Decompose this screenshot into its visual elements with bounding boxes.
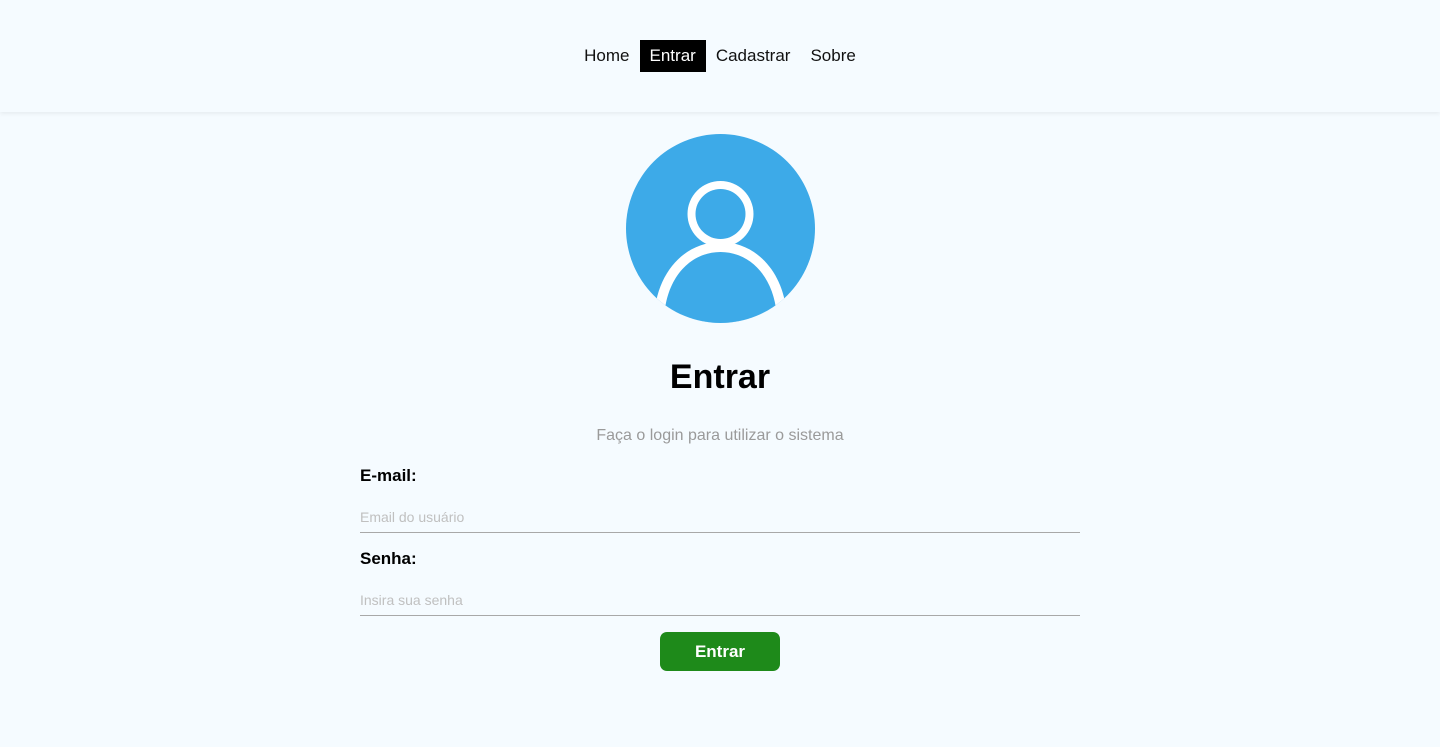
user-avatar-icon [626, 134, 815, 323]
page-subtitle: Faça o login para utilizar o sistema [596, 427, 844, 444]
main-nav: Home Entrar Cadastrar Sobre [574, 40, 866, 72]
password-field-group: Senha: [360, 549, 1080, 616]
nav-item-home[interactable]: Home [574, 40, 639, 72]
nav-item-entrar[interactable]: Entrar [639, 40, 706, 72]
submit-wrapper: Entrar [360, 632, 1080, 671]
login-form: E-mail: Senha: Entrar [360, 466, 1080, 671]
password-label: Senha: [360, 549, 417, 568]
email-field-group: E-mail: [360, 466, 1080, 533]
password-field[interactable] [360, 573, 1080, 616]
login-submit-button[interactable]: Entrar [660, 632, 780, 671]
nav-item-cadastrar[interactable]: Cadastrar [706, 40, 801, 72]
top-navigation-bar: Home Entrar Cadastrar Sobre [0, 0, 1440, 112]
page-title: Entrar [669, 358, 771, 396]
email-label: E-mail: [360, 466, 417, 485]
nav-item-sobre[interactable]: Sobre [800, 40, 865, 72]
email-field[interactable] [360, 490, 1080, 533]
